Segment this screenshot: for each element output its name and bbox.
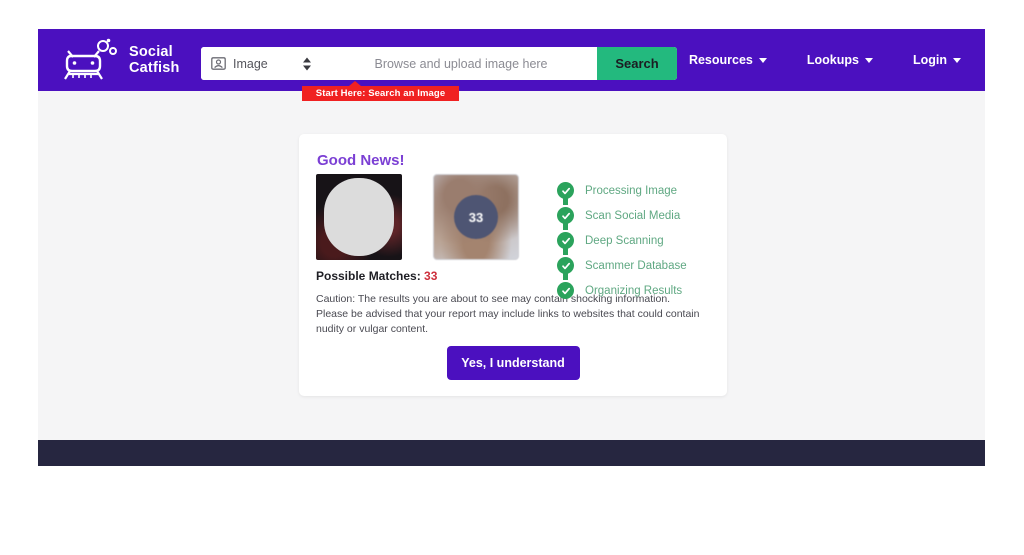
- image-person-icon: [211, 57, 226, 70]
- nav-item-label: Lookups: [806, 53, 859, 67]
- uploaded-photo-thumbnail: [316, 174, 402, 260]
- catfish-logo-icon: [61, 38, 123, 82]
- start-here-tooltip: Start Here: Search an Image: [302, 81, 459, 101]
- site-footer: [38, 440, 985, 466]
- logo-wordmark: Social Catfish: [129, 44, 180, 76]
- step-label: Scan Social Media: [585, 209, 681, 222]
- nav-item-label: Login: [912, 53, 947, 67]
- step-label: Scammer Database: [585, 259, 687, 272]
- possible-matches-label: Possible Matches:: [316, 269, 421, 283]
- step-scan-social-media: Scan Social Media: [557, 203, 707, 230]
- yes-i-understand-button[interactable]: Yes, I understand: [446, 346, 580, 380]
- step-scammer-database: Scammer Database: [557, 253, 707, 280]
- step-label: Processing Image: [585, 184, 678, 197]
- scan-progress-steps: Processing Image Scan Social Media Deep …: [557, 178, 707, 303]
- check-circle-icon: [557, 182, 574, 199]
- search-bar: Image Browse and upload image here Searc…: [201, 47, 677, 80]
- nav-item-resources[interactable]: Resources: [689, 53, 767, 67]
- logo-line-1: Social: [129, 44, 173, 60]
- chevron-down-icon: [953, 57, 961, 63]
- chevron-down-icon: [864, 57, 873, 63]
- logo-line-2: Catfish: [129, 60, 180, 76]
- results-card: Good News! 33 Processing Image Scan Soci…: [299, 134, 727, 396]
- caution-text: Caution: The results you are about to se…: [316, 293, 700, 335]
- site-logo[interactable]: Social Catfish: [61, 36, 211, 84]
- image-upload-placeholder: Browse and upload image here: [374, 56, 548, 71]
- possible-matches-count: 33: [424, 269, 438, 283]
- main-navigation: Resources Lookups Login: [689, 29, 961, 91]
- match-preview-thumbnail: 33: [433, 174, 519, 260]
- image-upload-input[interactable]: Browse and upload image here: [325, 47, 597, 80]
- search-type-value: Image: [233, 56, 268, 71]
- check-circle-icon: [557, 232, 574, 249]
- search-button[interactable]: Search: [597, 47, 677, 80]
- step-deep-scanning: Deep Scanning: [557, 228, 707, 255]
- search-type-select[interactable]: Image: [201, 47, 325, 80]
- card-heading: Good News!: [317, 152, 405, 169]
- up-down-arrows-icon[interactable]: [303, 57, 311, 70]
- step-processing-image: Processing Image: [557, 178, 707, 205]
- nav-item-login[interactable]: Login: [913, 53, 961, 67]
- check-circle-icon: [557, 282, 574, 299]
- match-count-badge: 33: [454, 195, 498, 239]
- page-viewport: Social Catfish Image Browse and upload i…: [38, 29, 985, 466]
- check-circle-icon: [557, 207, 574, 224]
- nav-item-lookups[interactable]: Lookups: [807, 53, 873, 67]
- site-header: Social Catfish Image Browse and upload i…: [38, 29, 985, 101]
- cta-container: Yes, I understand: [299, 346, 727, 380]
- nav-item-label: Resources: [688, 53, 753, 67]
- check-circle-icon: [557, 257, 574, 274]
- possible-matches: Possible Matches: 33: [316, 269, 437, 283]
- step-label: Deep Scanning: [585, 234, 664, 247]
- chevron-down-icon: [758, 57, 767, 63]
